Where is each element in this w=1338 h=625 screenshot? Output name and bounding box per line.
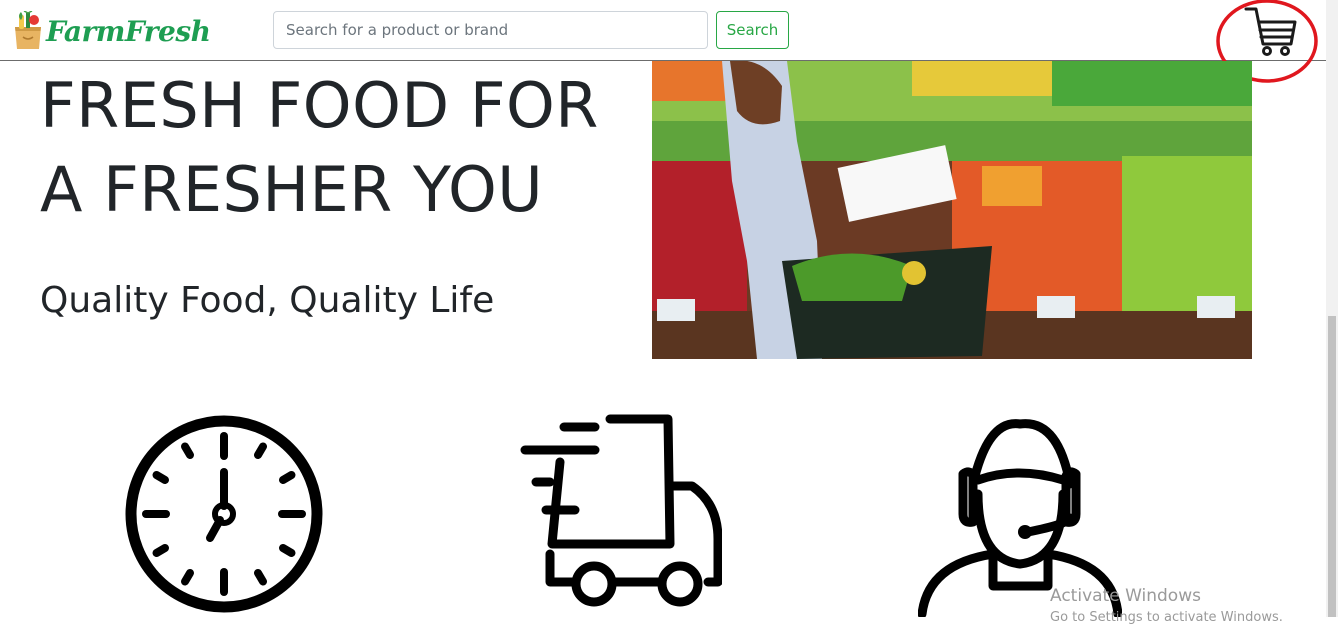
shopping-cart-icon bbox=[1244, 7, 1297, 56]
customer-support-icon bbox=[918, 419, 1122, 617]
brand-name: FarmFresh bbox=[46, 14, 211, 48]
hero-title: FRESH FOOD FOR A FRESHER YOU bbox=[40, 69, 599, 226]
page-scrollbar[interactable] bbox=[1326, 0, 1338, 617]
navbar: FarmFresh Search bbox=[0, 0, 1326, 83]
clock-icon bbox=[125, 415, 323, 613]
search-button[interactable]: Search bbox=[716, 11, 789, 49]
scrollbar-thumb[interactable] bbox=[1328, 316, 1336, 617]
grocery-bag-icon bbox=[15, 11, 41, 49]
hero-subtitle: Quality Food, Quality Life bbox=[40, 280, 495, 321]
brand-link[interactable]: FarmFresh bbox=[12, 10, 211, 52]
delivery-truck-icon bbox=[520, 414, 722, 607]
search-input[interactable] bbox=[273, 11, 708, 49]
hero-image bbox=[652, 61, 1252, 359]
